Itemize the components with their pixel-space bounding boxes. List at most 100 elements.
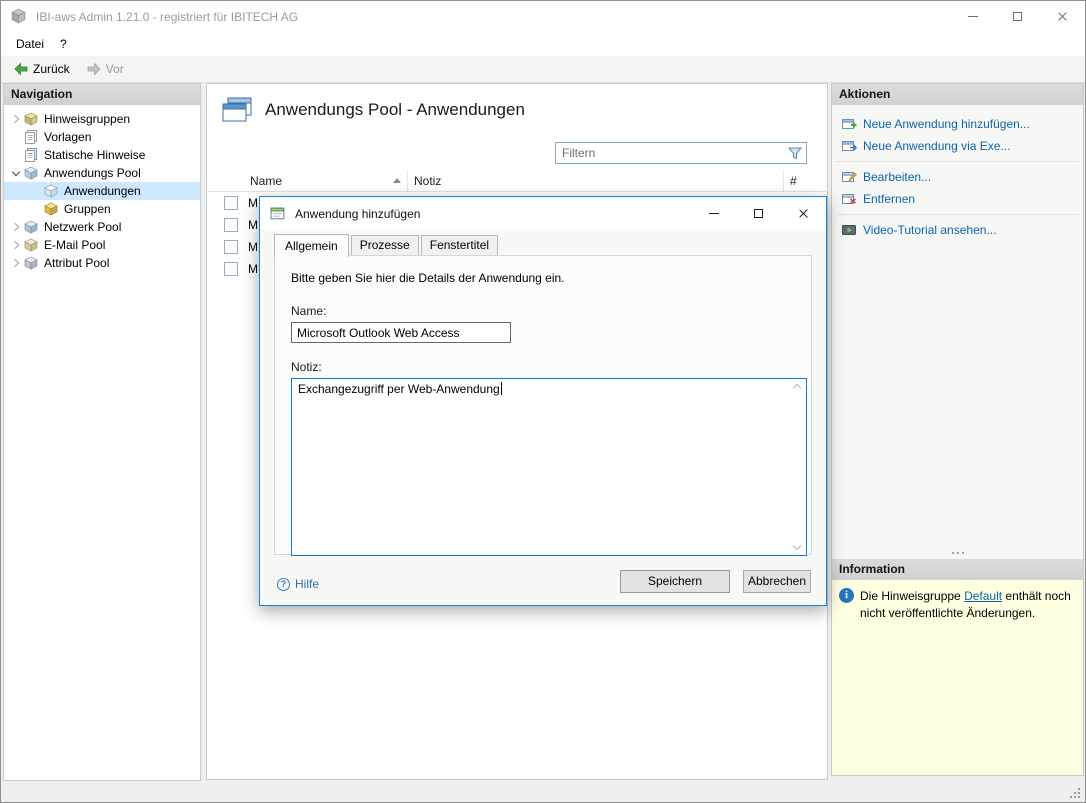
nav-item-label: Anwendungs Pool: [44, 166, 141, 180]
nav-item-gruppen[interactable]: Gruppen: [4, 200, 200, 218]
action-bearbeiten[interactable]: Bearbeiten...: [832, 166, 1083, 188]
info-icon: i: [839, 588, 854, 603]
dialog-icon: [270, 206, 287, 222]
help-link[interactable]: ? Hilfe: [277, 577, 319, 591]
dialog-maximize-button[interactable]: [736, 198, 781, 229]
nav-item-label: Vorlagen: [44, 130, 91, 144]
minimize-button[interactable]: [950, 1, 995, 32]
nav-item-anwendungs-pool[interactable]: Anwendungs Pool: [4, 164, 200, 182]
nav-item-vorlagen[interactable]: Vorlagen: [4, 128, 200, 146]
nav-item-anwendungen[interactable]: Anwendungen: [4, 182, 200, 200]
page-head: Anwendungs Pool - Anwendungen: [221, 96, 525, 124]
minimize-icon: [709, 213, 719, 214]
action-label: Neue Anwendung hinzufügen...: [863, 117, 1030, 131]
attribut-pool-icon: [23, 255, 40, 271]
column-header-name[interactable]: Name: [244, 170, 408, 191]
filter-icon[interactable]: [788, 147, 802, 160]
notiz-textarea[interactable]: Exchangezugriff per Web-Anwendung: [291, 378, 807, 556]
nav-item-label: Hinweisgruppen: [44, 112, 130, 126]
actions-list: Neue Anwendung hinzufügen... Neue Anwend…: [832, 105, 1083, 547]
chevron-right-icon[interactable]: [8, 112, 23, 126]
tab-allgemein[interactable]: Allgemein: [274, 234, 349, 257]
row-name: M: [248, 218, 258, 232]
anwendungs-pool-icon: [23, 165, 40, 181]
add-application-icon: [841, 116, 857, 132]
scroll-down-icon[interactable]: [793, 542, 801, 550]
nav-item-statische-hinweise[interactable]: Statische Hinweise: [4, 146, 200, 164]
row-name: M: [248, 262, 258, 276]
notiz-text: Exchangezugriff per Web-Anwendung: [298, 382, 786, 552]
forward-label: Vor: [106, 62, 124, 76]
notiz-label: Notiz:: [291, 360, 795, 374]
video-tutorial-icon: [841, 222, 857, 238]
app-icon: [10, 8, 27, 25]
row-checkbox[interactable]: [224, 262, 238, 276]
row-checkbox[interactable]: [224, 218, 238, 232]
column-header-count[interactable]: #: [784, 170, 826, 191]
app-window: IBI-aws Admin 1.21.0 - registriert für I…: [0, 0, 1086, 803]
nav-item-label: Netzwerk Pool: [44, 220, 121, 234]
chevron-right-icon[interactable]: [8, 238, 23, 252]
name-label: Name:: [291, 304, 795, 318]
email-pool-icon: [23, 237, 40, 253]
navigation-header: Navigation: [4, 84, 200, 105]
nav-item-netzwerk-pool[interactable]: Netzwerk Pool: [4, 218, 200, 236]
back-button[interactable]: Zurück: [7, 59, 76, 79]
remove-icon: [841, 191, 857, 207]
nav-item-attribut-pool[interactable]: Attribut Pool: [4, 254, 200, 272]
dialog-minimize-button[interactable]: [691, 198, 736, 229]
info-text-before: Die Hinweisgruppe: [860, 589, 964, 603]
cancel-button[interactable]: Abbrechen: [743, 570, 811, 593]
action-video-tutorial[interactable]: Video-Tutorial ansehen...: [832, 219, 1083, 241]
maximize-icon: [1013, 12, 1022, 21]
save-button[interactable]: Speichern: [620, 570, 730, 593]
statische-hinweise-icon: [23, 147, 40, 163]
tab-prozesse[interactable]: Prozesse: [351, 235, 419, 255]
dialog-titlebar: Anwendung hinzufügen: [260, 197, 826, 230]
dialog-close-button[interactable]: [781, 198, 826, 229]
menubar: Datei ?: [1, 32, 1085, 56]
nav-item-email-pool[interactable]: E-Mail Pool: [4, 236, 200, 254]
action-entfernen[interactable]: Entfernen: [832, 188, 1083, 210]
tree-spacer: [8, 148, 23, 162]
tree-spacer: [8, 130, 23, 144]
gruppen-icon: [43, 201, 60, 217]
scroll-up-icon[interactable]: [793, 384, 801, 392]
row-checkbox[interactable]: [224, 196, 238, 210]
help-icon: ?: [277, 578, 290, 591]
row-checkbox[interactable]: [224, 240, 238, 254]
chevron-right-icon[interactable]: [8, 256, 23, 270]
action-new-application-via-exe[interactable]: Neue Anwendung via Exe...: [832, 135, 1083, 157]
action-new-application[interactable]: Neue Anwendung hinzufügen...: [832, 113, 1083, 135]
actions-header: Aktionen: [832, 84, 1083, 105]
filter-input[interactable]: [556, 146, 788, 160]
maximize-button[interactable]: [995, 1, 1040, 32]
maximize-icon: [754, 209, 763, 218]
notiz-scrollbar[interactable]: [790, 380, 805, 554]
name-input[interactable]: [291, 322, 511, 343]
actions-separator: [836, 161, 1079, 162]
chevron-right-icon[interactable]: [8, 220, 23, 234]
notiz-value: Exchangezugriff per Web-Anwendung: [298, 382, 500, 396]
action-label: Video-Tutorial ansehen...: [863, 223, 996, 237]
menu-datei[interactable]: Datei: [8, 34, 52, 54]
chevron-down-icon[interactable]: [8, 166, 23, 180]
close-button[interactable]: [1040, 1, 1085, 32]
titlebar: IBI-aws Admin 1.21.0 - registriert für I…: [1, 1, 1085, 32]
resize-grip[interactable]: [1078, 788, 1080, 790]
default-group-link[interactable]: Default: [964, 589, 1002, 603]
close-icon: [798, 208, 809, 219]
help-label: Hilfe: [295, 577, 319, 591]
menu-help[interactable]: ?: [52, 34, 75, 54]
edit-icon: [841, 169, 857, 185]
tab-fenstertitel[interactable]: Fenstertitel: [421, 235, 498, 255]
window-controls: [950, 1, 1085, 32]
anwendungen-icon: [43, 183, 60, 199]
panel-splitter[interactable]: [832, 547, 1083, 559]
column-header-notiz[interactable]: Notiz: [408, 170, 784, 191]
forward-button[interactable]: Vor: [80, 59, 130, 79]
information-body: i Die Hinweisgruppe Default enthält noch…: [832, 580, 1083, 775]
nav-item-hinweisgruppen[interactable]: Hinweisgruppen: [4, 110, 200, 128]
navigation-panel: Navigation Hinweisgruppen Vorlagen: [3, 83, 201, 781]
minimize-icon: [968, 16, 978, 17]
